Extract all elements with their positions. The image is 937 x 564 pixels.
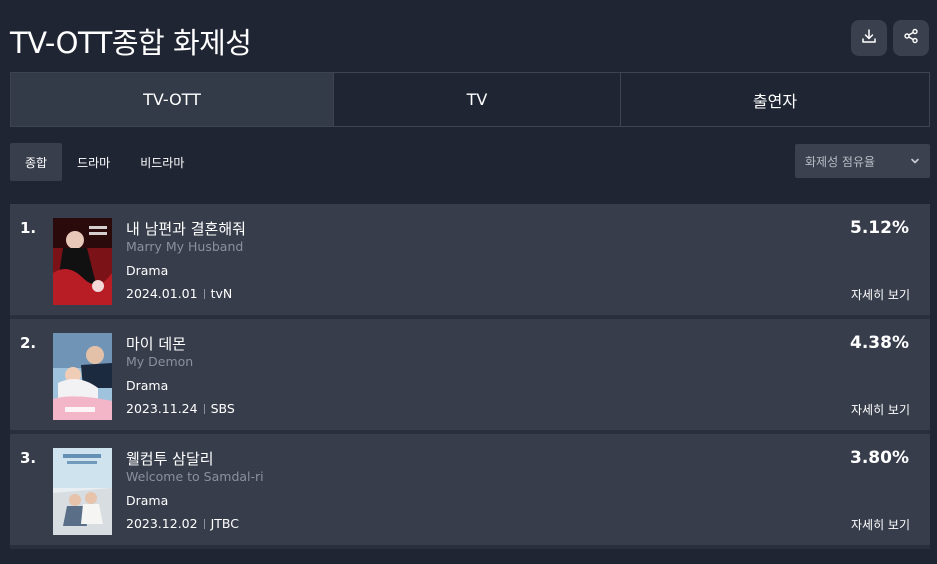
air-date: 2023.11.24 [126,401,198,416]
rank-number: 3. [20,449,37,467]
title-english: Welcome to Samdal-ri [126,469,264,484]
rank-number: 1. [20,219,37,237]
detail-link[interactable]: 자세히 보기 [851,286,910,303]
main-tabs: TV-OTT TV 출연자 [10,72,930,127]
divider [203,288,205,299]
genre-label: Drama [126,493,169,508]
channel-name: SBS [210,401,235,416]
ranking-list: 1. 내 남편과 결혼해줘 Marry My Husband Drama 202… [10,204,930,549]
genre-label: Drama [126,263,169,278]
share-button[interactable] [893,20,929,56]
sort-select[interactable]: 화제성 점유율 [795,144,930,178]
poster-image[interactable] [53,448,112,535]
meta-info: 2023.11.24 SBS [126,401,235,416]
buzz-share-value: 5.12% [850,218,909,238]
page: TV-OTT종합 화제성 TV-OTT TV 출연자 종합 드라마 비드라마 화… [0,0,937,564]
title-korean[interactable]: 웰컴투 삼달리 [126,448,214,469]
channel-name: JTBC [210,516,239,531]
ranking-item: 2. 마이 데몬 My Demon Drama 2023.11.24 SBS 4… [10,319,930,434]
channel-name: tvN [210,286,233,301]
download-button[interactable] [851,20,887,56]
sub-tab-overall[interactable]: 종합 [10,143,63,181]
poster-image[interactable] [53,333,112,420]
meta-info: 2024.01.01 tvN [126,286,232,301]
meta-info: 2023.12.02 JTBC [126,516,239,531]
title-english: My Demon [126,354,194,369]
genre-label: Drama [126,378,169,393]
sort-select-value: 화제성 점유율 [805,154,876,169]
divider [203,403,205,414]
title-korean[interactable]: 내 남편과 결혼해줘 [126,218,246,239]
buzz-share-value: 3.80% [850,448,909,468]
tab-tv[interactable]: TV [334,73,621,126]
share-icon [903,28,919,48]
title-korean[interactable]: 마이 데몬 [126,333,186,354]
ranking-item: 3. 웰컴투 삼달리 Welcome to Samdal-ri Drama 20… [10,434,930,549]
header: TV-OTT종합 화제성 [10,18,929,60]
download-icon [860,27,878,49]
title-english: Marry My Husband [126,239,244,254]
divider [203,518,205,529]
page-title: TV-OTT종합 화제성 [10,26,252,60]
tab-tv-ott[interactable]: TV-OTT [11,73,334,126]
detail-link[interactable]: 자세히 보기 [851,401,910,418]
tab-cast[interactable]: 출연자 [621,73,929,126]
chevron-down-icon [910,156,920,166]
sub-tab-drama[interactable]: 드라마 [62,143,125,181]
air-date: 2023.12.02 [126,516,198,531]
sub-tab-non-drama[interactable]: 비드라마 [125,143,199,181]
poster-image[interactable] [53,218,112,305]
air-date: 2024.01.01 [126,286,198,301]
ranking-item: 1. 내 남편과 결혼해줘 Marry My Husband Drama 202… [10,204,930,319]
detail-link[interactable]: 자세히 보기 [851,516,910,533]
sub-tabs: 종합 드라마 비드라마 [10,143,199,181]
buzz-share-value: 4.38% [850,333,909,353]
rank-number: 2. [20,334,37,352]
